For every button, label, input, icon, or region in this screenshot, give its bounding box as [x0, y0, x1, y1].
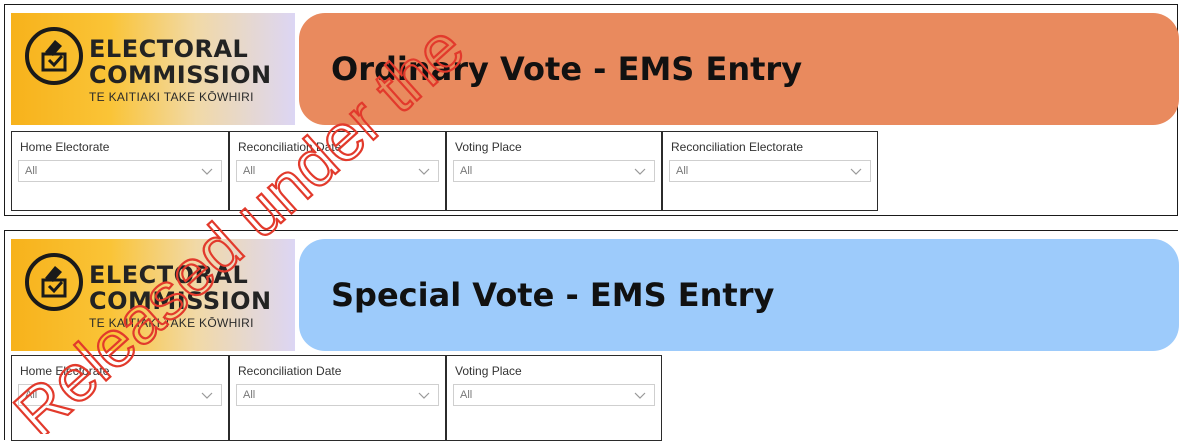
chevron-down-icon — [418, 168, 430, 175]
chevron-down-icon — [418, 392, 430, 399]
filter-label: Voting Place — [455, 140, 522, 154]
dropdown-value: All — [25, 165, 38, 177]
voting-place-dropdown[interactable]: All — [453, 160, 655, 182]
dropdown-value: All — [243, 165, 256, 177]
home-electorate-dropdown[interactable]: All — [18, 384, 222, 406]
special-vote-banner: Special Vote - EMS Entry — [299, 239, 1179, 351]
electoral-commission-logo: ELECTORAL COMMISSION TE KAITIAKI TAKE KŌ… — [11, 13, 295, 125]
voting-place-filter: Voting Place All — [446, 131, 662, 211]
ballot-hand-icon — [25, 253, 83, 311]
logo-line-2: COMMISSION — [89, 287, 272, 315]
logo-line-3: TE KAITIAKI TAKE KŌWHIRI — [89, 316, 254, 330]
filter-label: Home Electorate — [20, 364, 110, 378]
home-electorate-filter: Home Electorate All — [11, 131, 229, 211]
chevron-down-icon — [201, 168, 213, 175]
logo-line-1: ELECTORAL — [89, 261, 249, 289]
chevron-down-icon — [201, 392, 213, 399]
page-title: Ordinary Vote - EMS Entry — [331, 50, 803, 88]
dropdown-value: All — [460, 389, 473, 401]
ordinary-vote-banner: Ordinary Vote - EMS Entry — [299, 13, 1179, 125]
filter-label: Reconciliation Date — [238, 364, 342, 378]
logo-line-1: ELECTORAL — [89, 35, 249, 63]
reconciliation-electorate-dropdown[interactable]: All — [669, 160, 871, 182]
electoral-commission-logo: ELECTORAL COMMISSION TE KAITIAKI TAKE KŌ… — [11, 239, 295, 351]
ordinary-vote-panel: ELECTORAL COMMISSION TE KAITIAKI TAKE KŌ… — [4, 4, 1179, 216]
dropdown-value: All — [676, 165, 689, 177]
ballot-hand-icon — [25, 27, 83, 85]
special-vote-panel: ELECTORAL COMMISSION TE KAITIAKI TAKE KŌ… — [4, 230, 1179, 441]
chevron-down-icon — [850, 168, 862, 175]
dropdown-value: All — [243, 389, 256, 401]
voting-place-dropdown[interactable]: All — [453, 384, 655, 406]
dropdown-value: All — [25, 389, 38, 401]
reconciliation-date-filter: Reconciliation Date All — [229, 131, 446, 211]
voting-place-filter: Voting Place All — [446, 355, 662, 441]
filter-label: Voting Place — [455, 364, 522, 378]
chevron-down-icon — [634, 392, 646, 399]
logo-line-3: TE KAITIAKI TAKE KŌWHIRI — [89, 90, 254, 104]
home-electorate-dropdown[interactable]: All — [18, 160, 222, 182]
chevron-down-icon — [634, 168, 646, 175]
logo-line-2: COMMISSION — [89, 61, 272, 89]
reconciliation-electorate-filter: Reconciliation Electorate All — [662, 131, 878, 211]
dropdown-value: All — [460, 165, 473, 177]
reconciliation-date-dropdown[interactable]: All — [236, 160, 439, 182]
filter-label: Reconciliation Electorate — [671, 140, 804, 154]
filter-label: Reconciliation Date — [238, 140, 342, 154]
page-title: Special Vote - EMS Entry — [331, 276, 775, 314]
home-electorate-filter: Home Electorate All — [11, 355, 229, 441]
filter-label: Home Electorate — [20, 140, 110, 154]
reconciliation-date-filter: Reconciliation Date All — [229, 355, 446, 441]
reconciliation-date-dropdown[interactable]: All — [236, 384, 439, 406]
